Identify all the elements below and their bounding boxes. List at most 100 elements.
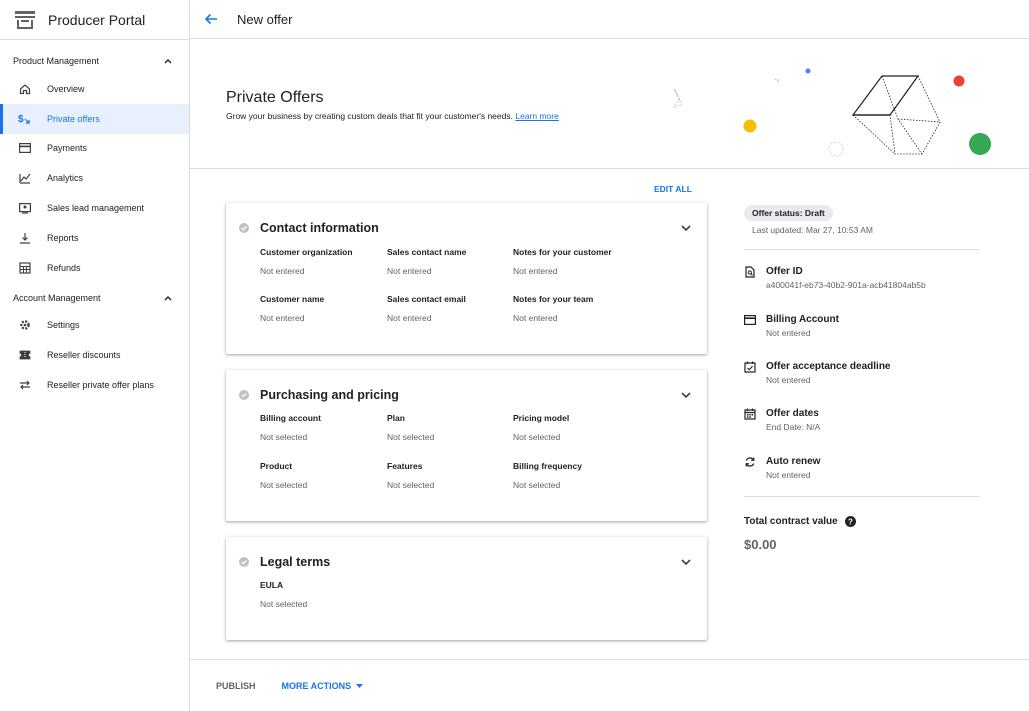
field-label: Billing account xyxy=(260,413,321,423)
learn-more-link[interactable]: Learn more xyxy=(515,111,558,121)
sidebar-item-reseller-private-offer-plans[interactable]: Reseller private offer plans xyxy=(0,370,189,400)
chevron-up-icon[interactable] xyxy=(163,293,173,303)
card-title: Contact information xyxy=(260,221,379,235)
contact-information-card: Contact information Customer organizatio… xyxy=(226,203,707,354)
field-value: Not entered xyxy=(513,266,558,276)
summary-title: Offer acceptance deadline xyxy=(766,361,891,372)
summary-value: End Date: N/A xyxy=(766,422,821,432)
sidebar-item-reports[interactable]: Reports xyxy=(0,223,189,253)
summary-value: Not entered xyxy=(766,375,811,385)
field-plan: Plan Not selected xyxy=(387,413,434,442)
swap-icon xyxy=(18,379,31,392)
field-billing-account: Billing account Not selected xyxy=(260,413,321,442)
card-title: Legal terms xyxy=(260,555,331,569)
credit-card-icon xyxy=(18,142,31,155)
field-label: Customer name xyxy=(260,294,325,304)
field-value: Not entered xyxy=(260,266,305,276)
help-icon[interactable]: ? xyxy=(844,516,856,527)
legal-terms-card: Legal terms EULA Not selected xyxy=(226,537,707,640)
sidebar-item-label: Refunds xyxy=(47,262,81,273)
hero-illustration xyxy=(673,68,992,157)
sidebar-item-label: Settings xyxy=(47,320,80,331)
calculator-icon xyxy=(18,261,31,274)
field-sales-contact-email: Sales contact email Not entered xyxy=(387,294,466,323)
field-notes-for-team: Notes for your team Not entered xyxy=(513,294,593,323)
field-label: Sales contact email xyxy=(387,294,466,304)
hero-banner: Private Offers Grow your business by cre… xyxy=(190,39,1029,169)
event-check-icon xyxy=(744,361,756,373)
summary-title: Offer dates xyxy=(766,408,819,419)
download-icon xyxy=(18,231,31,244)
section-account-management[interactable]: Account Management xyxy=(0,285,189,311)
field-label: Customer organization xyxy=(260,247,353,257)
document-search-icon xyxy=(745,266,755,278)
brand: Producer Portal xyxy=(0,0,189,40)
home-icon xyxy=(18,82,31,95)
field-label: Sales contact name xyxy=(387,247,467,257)
section-product-management[interactable]: Product Management xyxy=(0,48,189,74)
divider xyxy=(744,496,980,497)
summary-title: Billing Account xyxy=(766,314,839,325)
sidebar-item-label: Private offers xyxy=(47,113,100,124)
last-updated: Last updated: Mar 27, 10:53 AM xyxy=(752,225,873,235)
field-value: Not entered xyxy=(387,266,432,276)
back-arrow-icon[interactable] xyxy=(203,11,219,27)
field-label: Notes for your customer xyxy=(513,247,612,257)
sidebar-item-sales-lead-management[interactable]: Sales lead management xyxy=(0,193,189,223)
sidebar-item-overview[interactable]: Overview xyxy=(0,74,189,104)
svg-text:?: ? xyxy=(848,517,853,526)
field-label: EULA xyxy=(260,580,284,590)
divider xyxy=(744,249,980,250)
field-value: Not selected xyxy=(513,480,561,490)
field-label: Billing frequency xyxy=(513,461,582,471)
chevron-up-icon[interactable] xyxy=(163,56,173,66)
sidebar-item-label: Reports xyxy=(47,232,79,243)
field-pricing-model: Pricing model Not selected xyxy=(513,413,569,442)
autorenew-icon xyxy=(745,457,755,467)
analytics-icon xyxy=(18,172,31,185)
field-eula: EULA Not selected xyxy=(260,580,307,609)
summary-value: Not entered xyxy=(766,470,811,480)
hero-title: Private Offers xyxy=(226,89,324,106)
sidebar-item-private-offers[interactable]: $ Private offers xyxy=(0,103,189,134)
field-product: Product Not selected xyxy=(260,461,307,490)
field-value: Not selected xyxy=(387,480,435,490)
sidebar-item-label: Reseller discounts xyxy=(47,350,121,361)
hero-subtitle: Grow your business by creating custom de… xyxy=(226,111,559,121)
more-actions-button[interactable]: MORE ACTIONS xyxy=(282,681,364,691)
field-label: Plan xyxy=(387,413,405,423)
field-billing-frequency: Billing frequency Not selected xyxy=(513,461,582,490)
summary-value: Not entered xyxy=(766,328,811,338)
sidebar-item-analytics[interactable]: Analytics xyxy=(0,163,189,193)
chevron-down-icon[interactable] xyxy=(679,388,693,402)
field-value: Not entered xyxy=(513,313,558,323)
publish-button[interactable]: PUBLISH xyxy=(216,681,256,691)
summary-title: Offer ID xyxy=(766,266,803,277)
field-label: Notes for your team xyxy=(513,294,594,304)
sidebar-item-label: Overview xyxy=(47,83,85,94)
app-title: Producer Portal xyxy=(48,11,146,28)
hero-subtitle-text: Grow your business by creating custom de… xyxy=(226,111,513,121)
sidebar-item-payments[interactable]: Payments xyxy=(0,134,189,164)
chevron-down-icon[interactable] xyxy=(679,221,693,235)
sidebar-item-settings[interactable]: Settings xyxy=(0,311,189,341)
sidebar-item-label: Analytics xyxy=(47,173,84,184)
chevron-down-icon[interactable] xyxy=(679,555,693,569)
gear-icon xyxy=(18,319,31,332)
sidebar: Producer Portal Product Management Overv… xyxy=(0,0,190,711)
field-customer-organization: Customer organization Not entered xyxy=(260,247,353,276)
svg-text:$: $ xyxy=(18,114,24,125)
edit-all-button[interactable]: EDIT ALL xyxy=(654,184,692,194)
field-value: Not entered xyxy=(387,313,432,323)
field-label: Features xyxy=(387,461,423,471)
status-badge: Offer status: Draft xyxy=(744,205,833,221)
sidebar-item-reseller-discounts[interactable]: Reseller discounts xyxy=(0,340,189,370)
sidebar-item-refunds[interactable]: Refunds xyxy=(0,253,189,283)
field-value: Not selected xyxy=(260,480,308,490)
field-customer-name: Customer name Not entered xyxy=(260,294,324,323)
footer-actions: PUBLISH MORE ACTIONS xyxy=(190,659,1029,711)
section-title: Account Management xyxy=(13,292,101,303)
topbar: New offer xyxy=(190,0,1029,39)
sidebar-item-label: Payments xyxy=(47,143,88,154)
field-label: Pricing model xyxy=(513,413,570,423)
